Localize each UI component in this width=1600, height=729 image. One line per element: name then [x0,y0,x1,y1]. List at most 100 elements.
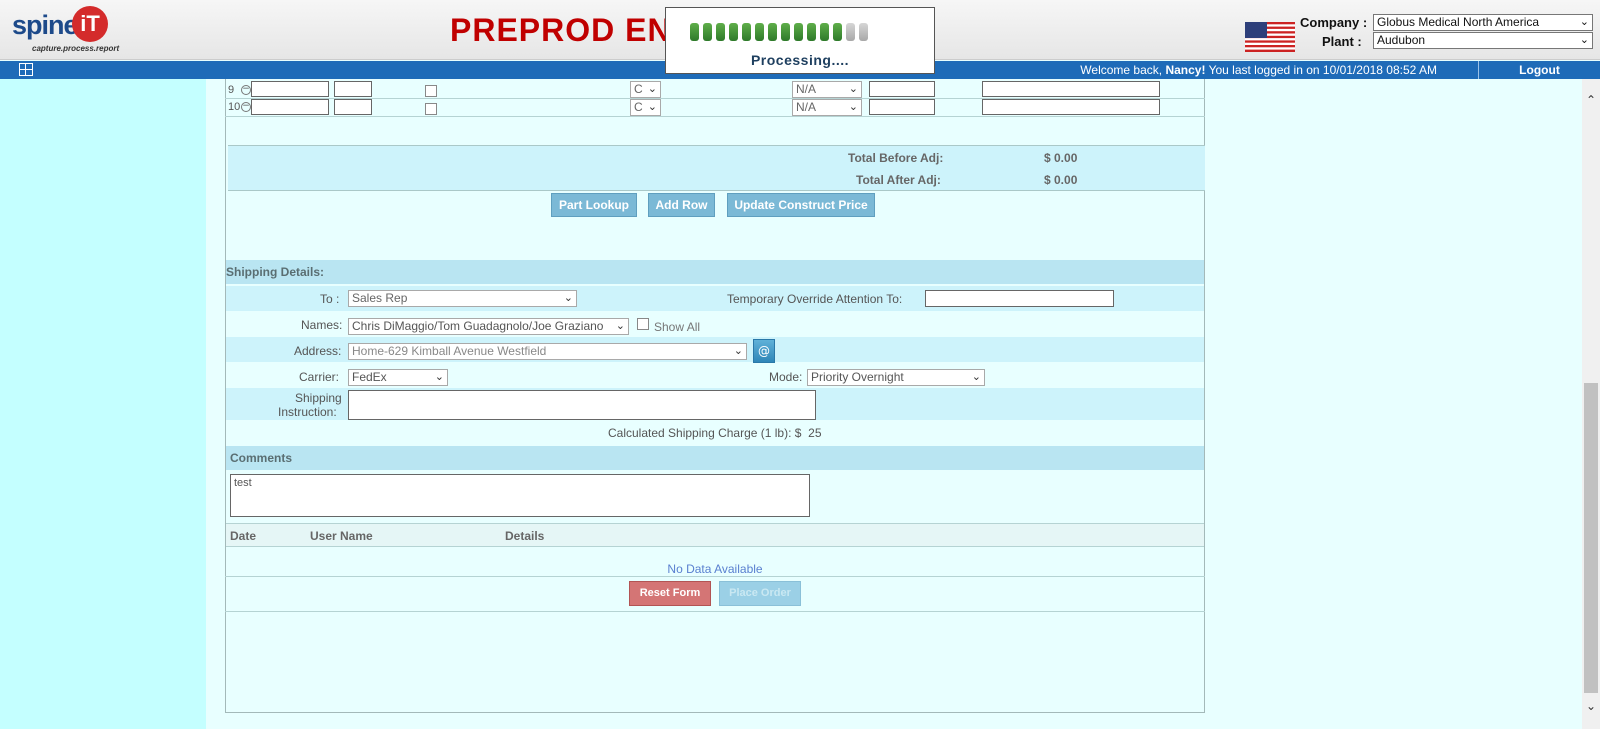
scroll-down-icon[interactable]: ⌄ [1582,697,1600,715]
line-number: 10 [228,101,241,113]
status-value: N/A [796,100,817,114]
notes-input[interactable] [982,99,1160,115]
mode-value: Priority Overnight [811,370,904,384]
quantity-input[interactable] [334,81,372,97]
chevron-down-icon: ⌄ [615,320,625,332]
quantity-input[interactable] [334,99,372,115]
carrier-value: FedEx [352,370,387,384]
status-select[interactable]: N/A ⌄ [792,81,862,98]
place-order-button[interactable]: Place Order [719,581,801,606]
remove-row-icon[interactable]: − [241,85,251,95]
override-attention-input[interactable] [925,290,1114,307]
notes-input[interactable] [982,81,1160,97]
totals-band: Total Before Adj: $ 0.00 Total After Adj… [228,145,1205,191]
welcome-prefix: Welcome back, [1080,63,1166,77]
show-all-checkbox[interactable] [637,318,649,330]
carrier-select[interactable]: FedEx ⌄ [348,369,448,386]
shipping-instruction-textarea[interactable] [348,390,816,420]
set-value: C [634,100,643,114]
page-title: PREPROD EN [450,12,672,48]
status-select[interactable]: N/A ⌄ [792,99,862,116]
plant-value: Audubon [1377,33,1426,47]
add-row-button[interactable]: Add Row [648,193,715,217]
status-value: N/A [796,82,817,96]
scrollbar-thumb[interactable] [1584,383,1598,693]
shipping-details-header: Shipping Details: [226,260,1204,284]
plant-select[interactable]: Audubon ⌄ [1373,32,1593,49]
chevron-down-icon: ⌄ [1579,16,1589,28]
progress-segment [742,23,751,41]
company-label: Company : [1300,15,1368,30]
progress-segment [846,23,855,41]
welcome-message: Welcome back, Nancy! You last logged in … [1080,63,1437,77]
company-select[interactable]: Globus Medical North America ⌄ [1373,14,1593,31]
left-margin [0,79,206,729]
row-checkbox[interactable] [425,103,437,115]
set-select[interactable]: C ⌄ [630,81,661,98]
processing-dialog: Processing.... [665,7,935,74]
progress-indicator [690,23,868,41]
progress-segment [794,23,803,41]
price-input[interactable] [869,99,935,115]
welcome-user: Nancy! [1165,63,1206,77]
chevron-down-icon: ⌄ [733,345,743,357]
welcome-suffix: You last logged in on 10/01/2018 08:52 A… [1205,63,1437,77]
chevron-down-icon: ⌄ [563,292,573,304]
chevron-down-icon: ⌄ [1579,34,1589,46]
names-select[interactable]: Chris DiMaggio/Tom Guadagnolo/Joe Grazia… [348,318,629,335]
part-number-input[interactable] [251,81,329,97]
scroll-up-icon[interactable]: ⌃ [1582,91,1600,109]
chevron-down-icon: ⌄ [848,83,858,95]
chevron-down-icon: ⌄ [647,101,657,113]
processing-text: Processing.... [750,52,850,68]
progress-segment [729,23,738,41]
address-label: Address: [294,344,342,358]
total-before-label: Total Before Adj: [848,151,944,165]
plant-label: Plant : [1322,34,1362,49]
column-details: Details [505,529,545,543]
shipping-instruction-label-1: Shipping [295,391,342,405]
show-all-label: Show All [654,320,701,334]
row-divider [225,116,1205,117]
shipping-charge-value: 25 [808,426,822,440]
no-data-message: No Data Available [667,562,763,576]
price-input[interactable] [869,81,935,97]
progress-segment [781,23,790,41]
email-address-button[interactable]: @ [753,339,775,363]
set-value: C [634,82,643,96]
progress-segment [859,23,868,41]
grid-menu-icon[interactable] [19,63,33,76]
row-divider [225,611,1205,612]
ship-to-value: Sales Rep [352,291,408,305]
total-after-value: $ 0.00 [1044,173,1078,187]
address-select[interactable]: Home-629 Kimball Avenue Westfield ⌄ [348,343,747,360]
row-checkbox[interactable] [425,85,437,97]
ship-to-select[interactable]: Sales Rep ⌄ [348,290,577,307]
logo-tagline: capture.process.report [32,44,120,53]
vertical-scrollbar[interactable]: ⌃ ⌄ [1582,79,1600,729]
remove-row-icon[interactable]: − [241,102,251,112]
set-select[interactable]: C ⌄ [630,99,661,116]
part-lookup-button[interactable]: Part Lookup [551,193,637,217]
comments-header: Comments [226,446,1204,470]
chevron-down-icon: ⌄ [434,371,444,383]
shipping-instruction-label-2: Instruction: [278,405,337,419]
address-value: Home-629 Kimball Avenue Westfield [352,344,547,358]
column-date: Date [230,529,257,543]
row-divider [225,576,1205,577]
spineit-logo: spine iT capture.process.report [12,6,124,56]
comments-textarea[interactable]: test [230,474,810,517]
logo-text: spine [12,10,79,40]
shipping-charge: Calculated Shipping Charge (1 lb): $ 25 [608,426,822,440]
total-after-label: Total After Adj: [856,173,941,187]
progress-segment [755,23,764,41]
shipping-charge-currency: $ [794,426,802,440]
us-flag-icon [1245,22,1295,52]
mode-select[interactable]: Priority Overnight ⌄ [807,369,985,386]
reset-form-button[interactable]: Reset Form [629,581,711,606]
chevron-down-icon: ⌄ [848,101,858,113]
logout-link[interactable]: Logout [1478,61,1600,79]
update-construct-price-button[interactable]: Update Construct Price [727,193,875,217]
part-number-input[interactable] [251,99,329,115]
comments-header-text: Comments [230,451,293,465]
